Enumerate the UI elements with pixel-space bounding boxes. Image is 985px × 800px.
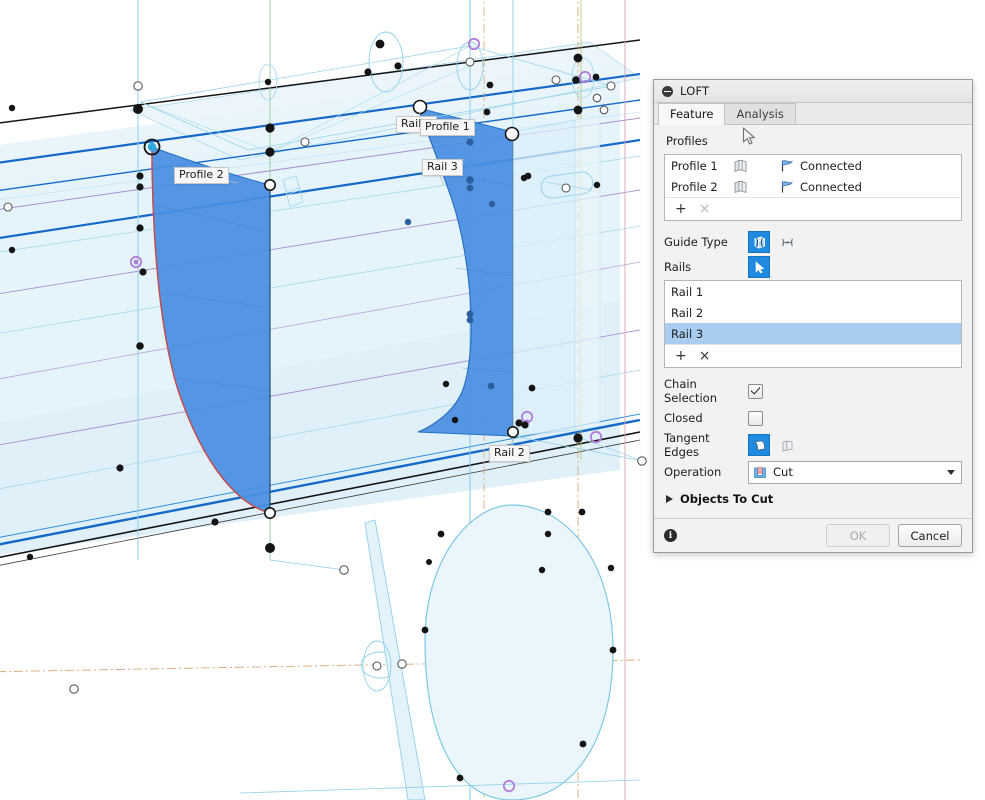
- rails-select-button[interactable]: [748, 256, 770, 278]
- rails-cube-icon: [753, 236, 766, 249]
- profile-1-state-text: Connected: [800, 158, 862, 173]
- tangent-edges-label: Tangent Edges: [664, 431, 710, 459]
- viewport-label-profile-2: Profile 2: [174, 167, 229, 184]
- dialog-titlebar[interactable]: LOFT: [654, 80, 972, 103]
- tab-analysis[interactable]: Analysis: [724, 103, 796, 124]
- operation-label: Operation: [664, 465, 722, 479]
- dialog-footer: i OK Cancel: [654, 518, 972, 552]
- dialog-title: LOFT: [680, 84, 710, 98]
- operation-row: Operation Cut: [664, 460, 962, 484]
- profile-2-name: Profile 2: [671, 179, 718, 194]
- profiles-list[interactable]: Profile 1 Connected Profile 2 Connected …: [664, 154, 962, 221]
- rails-remove-button[interactable]: ×: [699, 349, 711, 363]
- guide-type-rails-button[interactable]: [748, 231, 770, 253]
- tab-feature[interactable]: Feature: [658, 103, 726, 125]
- tangent-edges-row: Tangent Edges: [664, 431, 962, 459]
- profiles-row-2[interactable]: Profile 2 Connected: [665, 176, 961, 197]
- flag-icon: [781, 180, 793, 192]
- flag-icon: [781, 159, 793, 171]
- cursor-select-icon: [755, 260, 764, 273]
- rails-label: Rails: [664, 260, 692, 274]
- closed-label: Closed: [664, 411, 703, 425]
- loft-dialog[interactable]: LOFT Feature Analysis Profiles Profile 1: [653, 79, 973, 553]
- info-icon[interactable]: i: [664, 529, 677, 542]
- profiles-add-button[interactable]: +: [675, 202, 687, 216]
- rails-list-tools[interactable]: + ×: [665, 344, 961, 367]
- profile-1-state: Connected: [779, 159, 862, 173]
- triangle-right-icon: [666, 495, 673, 503]
- tangent-smooth-button[interactable]: [748, 434, 770, 456]
- profiles-list-tools[interactable]: + ×: [665, 197, 961, 220]
- operation-dropdown[interactable]: Cut: [748, 460, 962, 484]
- rails-item-3[interactable]: Rail 3: [665, 323, 961, 344]
- guide-type-row: Guide Type: [664, 230, 962, 254]
- profile-2-state: Connected: [779, 180, 862, 194]
- closed-checkbox[interactable]: [748, 410, 763, 426]
- chain-selection-row: Chain Selection: [664, 377, 962, 405]
- rails-row: Rails: [664, 255, 962, 279]
- rails-list[interactable]: Rail 1 Rail 2 Rail 3 + ×: [664, 280, 962, 368]
- chain-selection-checkbox[interactable]: [748, 383, 763, 399]
- ok-button[interactable]: OK: [826, 524, 890, 547]
- cancel-button[interactable]: Cancel: [898, 524, 962, 547]
- viewport-label-rail-2: Rail 2: [489, 445, 530, 462]
- rails-item-1[interactable]: Rail 1: [665, 281, 961, 302]
- dialog-body: Profiles Profile 1 Connected Profile 2 C…: [654, 125, 972, 518]
- rail-2-name: Rail 2: [671, 305, 704, 320]
- profiles-remove-button[interactable]: ×: [699, 202, 711, 216]
- tangent-sharp-button[interactable]: [776, 434, 798, 456]
- tangent-sharp-icon: [782, 439, 792, 452]
- guide-type-label: Guide Type: [664, 235, 728, 249]
- profiles-row-1[interactable]: Profile 1 Connected: [665, 155, 961, 176]
- rail-3-name: Rail 3: [671, 326, 704, 341]
- chevron-down-icon[interactable]: [947, 469, 955, 475]
- profile-1-name: Profile 1: [671, 158, 718, 173]
- rails-item-2[interactable]: Rail 2: [665, 302, 961, 323]
- profiles-label: Profiles: [666, 134, 708, 148]
- operation-value: Cut: [773, 465, 793, 479]
- surface-icon: [733, 159, 779, 173]
- closed-row: Closed: [664, 406, 962, 430]
- objects-to-cut-label: Objects To Cut: [680, 492, 774, 506]
- minus-circle-icon[interactable]: [662, 85, 673, 97]
- profile-2-state-text: Connected: [800, 179, 862, 194]
- cut-icon: [754, 466, 766, 478]
- viewport-label-rail-3: Rail 3: [422, 159, 463, 176]
- rail-1-name: Rail 1: [671, 284, 704, 299]
- guide-type-centerline-button[interactable]: [776, 231, 798, 253]
- dialog-tabs[interactable]: Feature Analysis: [654, 103, 972, 125]
- chain-selection-label: Chain Selection: [664, 377, 717, 405]
- rails-add-button[interactable]: +: [675, 349, 687, 363]
- viewport-label-profile-1: Profile 1: [420, 119, 475, 136]
- objects-to-cut-expander[interactable]: Objects To Cut: [664, 485, 962, 514]
- centerline-icon: [781, 238, 793, 246]
- surface-icon: [733, 180, 779, 194]
- tangent-smooth-icon: [753, 440, 765, 450]
